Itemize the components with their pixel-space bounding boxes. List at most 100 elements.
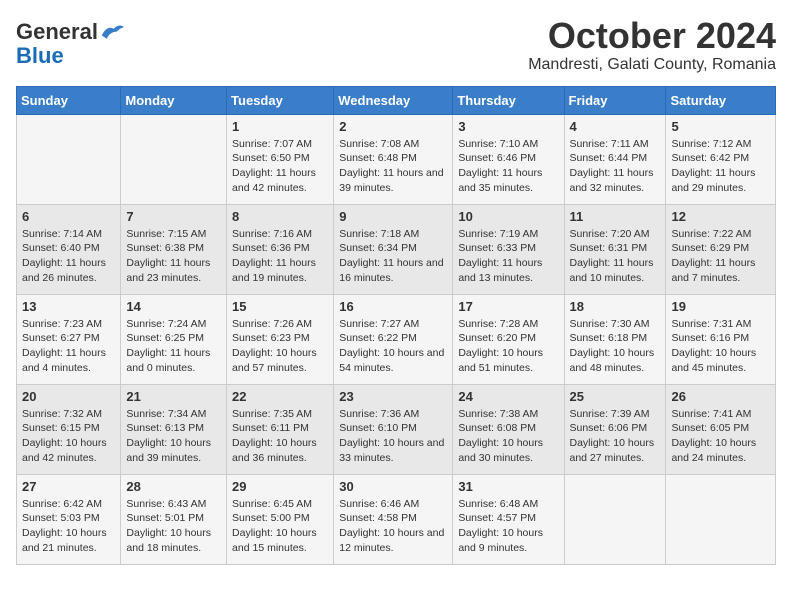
day-header-monday: Monday bbox=[121, 86, 227, 114]
calendar-cell: 14 Sunrise: 7:24 AMSunset: 6:25 PMDayligh… bbox=[121, 294, 227, 384]
day-number: 12 bbox=[671, 209, 770, 224]
calendar-cell: 20 Sunrise: 7:32 AMSunset: 6:15 PMDayligh… bbox=[17, 384, 121, 474]
day-detail: Sunrise: 7:34 AMSunset: 6:13 PMDaylight:… bbox=[126, 407, 221, 466]
calendar-cell: 31 Sunrise: 6:48 AMSunset: 4:57 PMDayligh… bbox=[453, 474, 564, 564]
day-number: 30 bbox=[339, 479, 447, 494]
day-header-sunday: Sunday bbox=[17, 86, 121, 114]
day-number: 5 bbox=[671, 119, 770, 134]
calendar-cell: 3 Sunrise: 7:10 AMSunset: 6:46 PMDaylight… bbox=[453, 114, 564, 204]
day-detail: Sunrise: 7:11 AMSunset: 6:44 PMDaylight:… bbox=[570, 137, 661, 196]
day-header-saturday: Saturday bbox=[666, 86, 776, 114]
calendar-table: SundayMondayTuesdayWednesdayThursdayFrid… bbox=[16, 86, 776, 565]
calendar-cell: 18 Sunrise: 7:30 AMSunset: 6:18 PMDayligh… bbox=[564, 294, 666, 384]
day-number: 28 bbox=[126, 479, 221, 494]
day-number: 14 bbox=[126, 299, 221, 314]
day-detail: Sunrise: 6:48 AMSunset: 4:57 PMDaylight:… bbox=[458, 497, 558, 556]
day-number: 2 bbox=[339, 119, 447, 134]
day-number: 1 bbox=[232, 119, 328, 134]
day-detail: Sunrise: 7:26 AMSunset: 6:23 PMDaylight:… bbox=[232, 317, 328, 376]
calendar-cell: 10 Sunrise: 7:19 AMSunset: 6:33 PMDayligh… bbox=[453, 204, 564, 294]
calendar-cell bbox=[17, 114, 121, 204]
day-detail: Sunrise: 7:15 AMSunset: 6:38 PMDaylight:… bbox=[126, 227, 221, 286]
day-detail: Sunrise: 7:14 AMSunset: 6:40 PMDaylight:… bbox=[22, 227, 115, 286]
day-detail: Sunrise: 6:43 AMSunset: 5:01 PMDaylight:… bbox=[126, 497, 221, 556]
day-number: 21 bbox=[126, 389, 221, 404]
day-number: 10 bbox=[458, 209, 558, 224]
day-number: 7 bbox=[126, 209, 221, 224]
calendar-cell: 28 Sunrise: 6:43 AMSunset: 5:01 PMDayligh… bbox=[121, 474, 227, 564]
calendar-cell: 24 Sunrise: 7:38 AMSunset: 6:08 PMDayligh… bbox=[453, 384, 564, 474]
day-number: 17 bbox=[458, 299, 558, 314]
day-number: 4 bbox=[570, 119, 661, 134]
day-detail: Sunrise: 7:27 AMSunset: 6:22 PMDaylight:… bbox=[339, 317, 447, 376]
day-detail: Sunrise: 7:23 AMSunset: 6:27 PMDaylight:… bbox=[22, 317, 115, 376]
day-number: 15 bbox=[232, 299, 328, 314]
calendar-week-row: 1 Sunrise: 7:07 AMSunset: 6:50 PMDaylight… bbox=[17, 114, 776, 204]
calendar-cell: 4 Sunrise: 7:11 AMSunset: 6:44 PMDaylight… bbox=[564, 114, 666, 204]
calendar-cell: 16Sunrise: 7:27 AMSunset: 6:22 PMDayligh… bbox=[334, 294, 453, 384]
calendar-cell: 12 Sunrise: 7:22 AMSunset: 6:29 PMDayligh… bbox=[666, 204, 776, 294]
day-detail: Sunrise: 6:45 AMSunset: 5:00 PMDaylight:… bbox=[232, 497, 328, 556]
day-header-thursday: Thursday bbox=[453, 86, 564, 114]
day-number: 6 bbox=[22, 209, 115, 224]
calendar-cell: 11 Sunrise: 7:20 AMSunset: 6:31 PMDayligh… bbox=[564, 204, 666, 294]
day-number: 19 bbox=[671, 299, 770, 314]
day-number: 24 bbox=[458, 389, 558, 404]
logo: General Blue bbox=[16, 20, 124, 68]
calendar-cell: 8 Sunrise: 7:16 AMSunset: 6:36 PMDaylight… bbox=[227, 204, 334, 294]
day-detail: Sunrise: 7:12 AMSunset: 6:42 PMDaylight:… bbox=[671, 137, 770, 196]
calendar-week-row: 27 Sunrise: 6:42 AMSunset: 5:03 PMDayligh… bbox=[17, 474, 776, 564]
logo-general-text: General bbox=[16, 20, 98, 44]
calendar-cell bbox=[121, 114, 227, 204]
title-area: October 2024 Mandresti, Galati County, R… bbox=[528, 16, 776, 74]
day-detail: Sunrise: 7:24 AMSunset: 6:25 PMDaylight:… bbox=[126, 317, 221, 376]
calendar-cell: 21 Sunrise: 7:34 AMSunset: 6:13 PMDayligh… bbox=[121, 384, 227, 474]
day-detail: Sunrise: 7:07 AMSunset: 6:50 PMDaylight:… bbox=[232, 137, 328, 196]
day-number: 23 bbox=[339, 389, 447, 404]
day-header-friday: Friday bbox=[564, 86, 666, 114]
day-number: 11 bbox=[570, 209, 661, 224]
calendar-cell: 26 Sunrise: 7:41 AMSunset: 6:05 PMDayligh… bbox=[666, 384, 776, 474]
calendar-cell: 17Sunrise: 7:28 AMSunset: 6:20 PMDayligh… bbox=[453, 294, 564, 384]
day-number: 31 bbox=[458, 479, 558, 494]
day-detail: Sunrise: 7:32 AMSunset: 6:15 PMDaylight:… bbox=[22, 407, 115, 466]
calendar-cell: 27 Sunrise: 6:42 AMSunset: 5:03 PMDayligh… bbox=[17, 474, 121, 564]
day-detail: Sunrise: 7:39 AMSunset: 6:06 PMDaylight:… bbox=[570, 407, 661, 466]
calendar-cell bbox=[666, 474, 776, 564]
calendar-week-row: 20 Sunrise: 7:32 AMSunset: 6:15 PMDayligh… bbox=[17, 384, 776, 474]
location-title: Mandresti, Galati County, Romania bbox=[528, 56, 776, 74]
day-number: 3 bbox=[458, 119, 558, 134]
calendar-cell: 23 Sunrise: 7:36 AMSunset: 6:10 PMDayligh… bbox=[334, 384, 453, 474]
day-detail: Sunrise: 7:30 AMSunset: 6:18 PMDaylight:… bbox=[570, 317, 661, 376]
day-number: 29 bbox=[232, 479, 328, 494]
day-number: 25 bbox=[570, 389, 661, 404]
day-number: 9 bbox=[339, 209, 447, 224]
calendar-cell: 15 Sunrise: 7:26 AMSunset: 6:23 PMDayligh… bbox=[227, 294, 334, 384]
day-detail: Sunrise: 7:22 AMSunset: 6:29 PMDaylight:… bbox=[671, 227, 770, 286]
calendar-header-row: SundayMondayTuesdayWednesdayThursdayFrid… bbox=[17, 86, 776, 114]
day-number: 13 bbox=[22, 299, 115, 314]
day-detail: Sunrise: 7:19 AMSunset: 6:33 PMDaylight:… bbox=[458, 227, 558, 286]
calendar-cell: 6 Sunrise: 7:14 AMSunset: 6:40 PMDaylight… bbox=[17, 204, 121, 294]
calendar-cell: 13 Sunrise: 7:23 AMSunset: 6:27 PMDayligh… bbox=[17, 294, 121, 384]
day-detail: Sunrise: 7:10 AMSunset: 6:46 PMDaylight:… bbox=[458, 137, 558, 196]
calendar-cell: 19 Sunrise: 7:31 AMSunset: 6:16 PMDayligh… bbox=[666, 294, 776, 384]
day-number: 20 bbox=[22, 389, 115, 404]
calendar-cell: 5 Sunrise: 7:12 AMSunset: 6:42 PMDaylight… bbox=[666, 114, 776, 204]
day-number: 18 bbox=[570, 299, 661, 314]
day-detail: Sunrise: 7:16 AMSunset: 6:36 PMDaylight:… bbox=[232, 227, 328, 286]
calendar-week-row: 13 Sunrise: 7:23 AMSunset: 6:27 PMDayligh… bbox=[17, 294, 776, 384]
day-detail: Sunrise: 7:41 AMSunset: 6:05 PMDaylight:… bbox=[671, 407, 770, 466]
day-detail: Sunrise: 6:42 AMSunset: 5:03 PMDaylight:… bbox=[22, 497, 115, 556]
calendar-cell: 22Sunrise: 7:35 AMSunset: 6:11 PMDayligh… bbox=[227, 384, 334, 474]
day-detail: Sunrise: 7:20 AMSunset: 6:31 PMDaylight:… bbox=[570, 227, 661, 286]
day-number: 8 bbox=[232, 209, 328, 224]
day-detail: Sunrise: 7:38 AMSunset: 6:08 PMDaylight:… bbox=[458, 407, 558, 466]
day-number: 27 bbox=[22, 479, 115, 494]
calendar-cell: 2Sunrise: 7:08 AMSunset: 6:48 PMDaylight… bbox=[334, 114, 453, 204]
day-detail: Sunrise: 7:31 AMSunset: 6:16 PMDaylight:… bbox=[671, 317, 770, 376]
calendar-week-row: 6 Sunrise: 7:14 AMSunset: 6:40 PMDaylight… bbox=[17, 204, 776, 294]
day-detail: Sunrise: 7:36 AMSunset: 6:10 PMDaylight:… bbox=[339, 407, 447, 466]
day-number: 26 bbox=[671, 389, 770, 404]
calendar-cell: 7 Sunrise: 7:15 AMSunset: 6:38 PMDaylight… bbox=[121, 204, 227, 294]
